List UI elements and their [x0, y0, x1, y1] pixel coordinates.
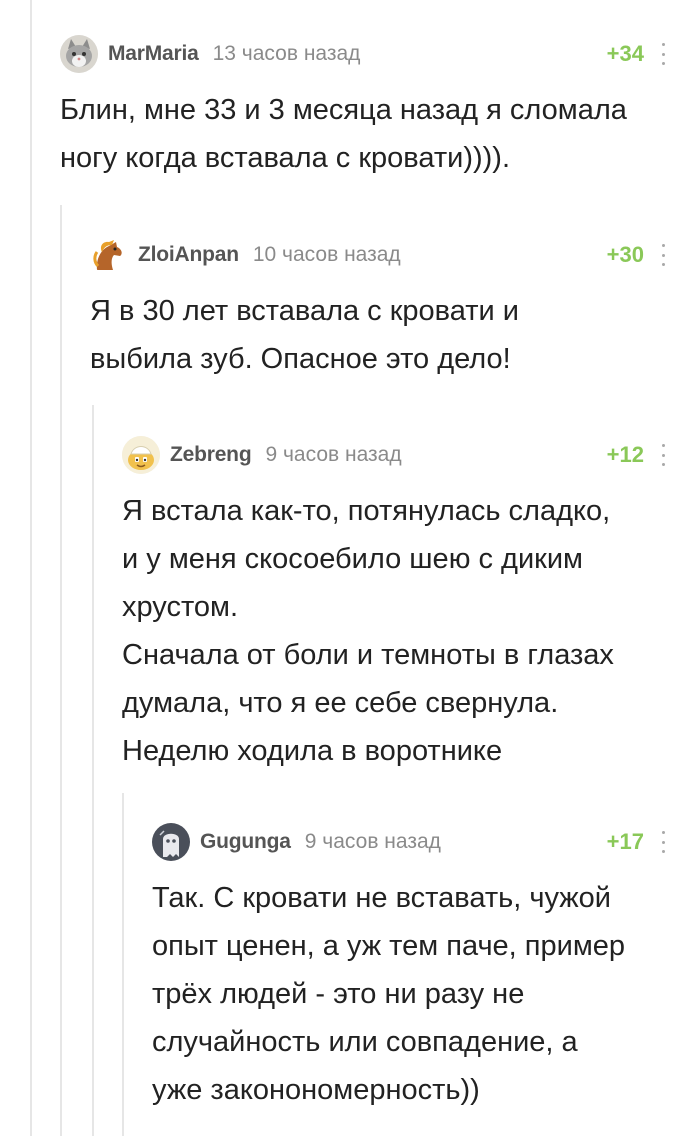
thread-branch-line[interactable] [122, 793, 124, 1136]
comment-text: Я встала как-то, потянулась сладко, и у … [122, 495, 614, 767]
thread-branch-line[interactable] [30, 0, 32, 1136]
more-options-icon[interactable] [660, 43, 666, 65]
rating-counter[interactable]: +30 [607, 242, 644, 268]
comment-text: Так. С кровати не вставать, чужой опыт ц… [152, 882, 626, 1106]
rating-counter[interactable]: +12 [607, 442, 644, 468]
comment-header: Gugunga 9 часов назад +17 [152, 820, 666, 864]
thread-branch-line[interactable] [92, 405, 94, 1136]
comment-text: Блин, мне 33 и 3 месяца назад я сломала … [60, 94, 627, 174]
username[interactable]: MarMaria [108, 42, 199, 66]
username[interactable]: Zebreng [170, 443, 252, 467]
horse-avatar-icon[interactable] [90, 236, 128, 274]
more-options-icon[interactable] [660, 831, 666, 853]
comment-header: ZloiAnpan 10 часов назад +30 [90, 233, 666, 277]
username[interactable]: Gugunga [200, 830, 291, 854]
comment: Gugunga 9 часов назад +17 Так. С кровати… [152, 820, 666, 1114]
thread-branch-line[interactable] [60, 205, 62, 1136]
more-options-icon[interactable] [660, 444, 666, 466]
comment: Zebreng 9 часов назад +12 Я встала как-т… [122, 433, 666, 775]
rating-counter[interactable]: +17 [607, 829, 644, 855]
comment-header: MarMaria 13 часов назад +34 [60, 32, 666, 76]
username[interactable]: ZloiAnpan [138, 243, 239, 267]
comment-timestamp[interactable]: 10 часов назад [253, 243, 401, 267]
cat-avatar-icon[interactable] [60, 35, 98, 73]
ghost-avatar-icon[interactable] [152, 823, 190, 861]
comment-timestamp[interactable]: 13 часов назад [213, 42, 361, 66]
comment-timestamp[interactable]: 9 часов назад [265, 443, 401, 467]
rating-counter[interactable]: +34 [607, 41, 644, 67]
comment-header: Zebreng 9 часов назад +12 [122, 433, 666, 477]
comment-text: Я в 30 лет вставала с кровати и выбила з… [90, 295, 519, 375]
cartoon-avatar-icon[interactable] [122, 436, 160, 474]
comment: MarMaria 13 часов назад +34 Блин, мне 33… [60, 32, 666, 182]
comment: ZloiAnpan 10 часов назад +30 Я в 30 лет … [90, 233, 666, 383]
comment-timestamp[interactable]: 9 часов назад [305, 830, 441, 854]
more-options-icon[interactable] [660, 244, 666, 266]
